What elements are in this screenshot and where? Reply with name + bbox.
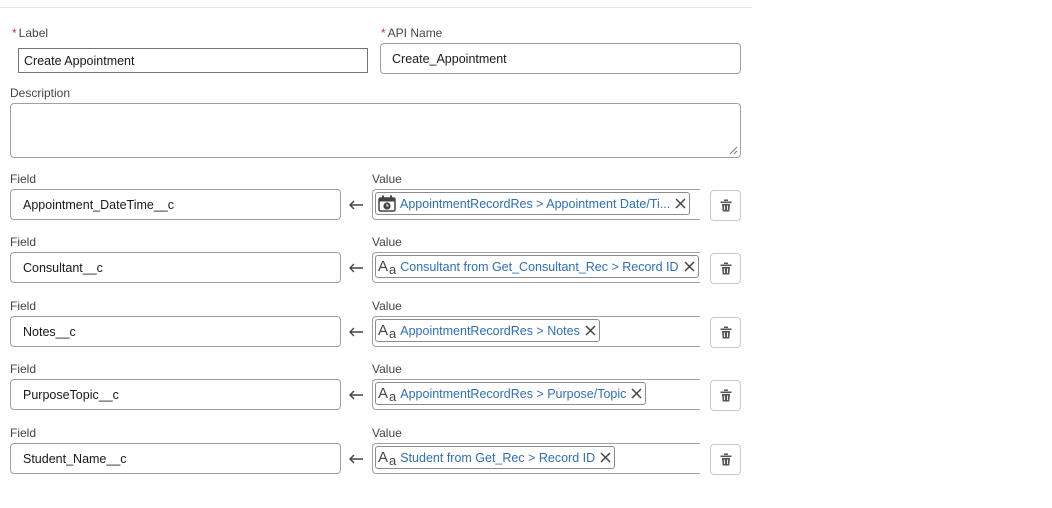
description-label: Description xyxy=(10,86,71,100)
value-input[interactable]: Aa AppointmentRecordRes > Notes xyxy=(372,316,700,347)
value-pill[interactable]: Aa AppointmentRecordRes > Notes xyxy=(375,319,600,342)
value-pill-text: AppointmentRecordRes > Appointment Date/… xyxy=(400,196,671,211)
trash-icon xyxy=(720,199,731,212)
close-icon[interactable] xyxy=(585,325,596,336)
close-icon[interactable] xyxy=(600,452,611,463)
close-icon[interactable] xyxy=(631,388,642,399)
arrow-left-icon xyxy=(349,200,363,210)
api-name-field-label: * API Name xyxy=(381,26,443,40)
value-input[interactable]: Aa AppointmentRecordRes > Purpose/Topic xyxy=(372,379,700,410)
delete-row-button[interactable] xyxy=(710,253,741,284)
field-input[interactable]: Notes__c xyxy=(10,316,341,347)
field-label: Field xyxy=(10,172,37,186)
trash-icon xyxy=(720,453,731,466)
value-input[interactable]: AppointmentRecordRes > Appointment Date/… xyxy=(372,189,700,220)
value-pill[interactable]: AppointmentRecordRes > Appointment Date/… xyxy=(375,192,691,215)
value-label: Value xyxy=(372,362,402,376)
delete-row-button[interactable] xyxy=(710,380,741,411)
field-input[interactable]: Student_Name__c xyxy=(10,443,341,474)
label-input[interactable]: Create Appointment xyxy=(18,48,368,73)
value-input[interactable]: Aa Consultant from Get_Consultant_Rec > … xyxy=(372,252,700,283)
value-label: Value xyxy=(372,172,402,186)
field-label: Field xyxy=(10,235,37,249)
value-pill-text: AppointmentRecordRes > Notes xyxy=(400,323,580,338)
value-label: Value xyxy=(372,299,402,313)
value-pill[interactable]: Aa Student from Get_Rec > Record ID xyxy=(375,446,616,469)
value-pill[interactable]: Aa Consultant from Get_Consultant_Rec > … xyxy=(375,255,699,278)
description-textarea[interactable] xyxy=(10,103,741,158)
value-pill[interactable]: Aa AppointmentRecordRes > Purpose/Topic xyxy=(375,382,647,405)
label-field-label: * Label xyxy=(12,26,49,40)
calendar-time-icon xyxy=(378,195,396,212)
close-icon[interactable] xyxy=(675,198,686,209)
top-divider xyxy=(0,7,752,8)
close-icon[interactable] xyxy=(683,261,695,272)
value-pill-text: AppointmentRecordRes > Purpose/Topic xyxy=(400,386,627,401)
field-label: Field xyxy=(10,426,37,440)
delete-row-button[interactable] xyxy=(710,190,741,221)
text-type-icon: Aa xyxy=(378,258,397,277)
trash-icon xyxy=(720,262,731,275)
trash-icon xyxy=(720,326,731,339)
field-input[interactable]: Consultant__c xyxy=(10,252,341,283)
resize-handle-icon[interactable] xyxy=(729,146,738,155)
delete-row-button[interactable] xyxy=(710,444,741,475)
text-type-icon: Aa xyxy=(378,322,397,341)
text-type-icon: Aa xyxy=(378,385,397,404)
delete-row-button[interactable] xyxy=(710,317,741,348)
value-pill-text: Consultant from Get_Consultant_Rec > Rec… xyxy=(400,259,679,274)
arrow-left-icon xyxy=(349,327,363,337)
trash-icon xyxy=(720,389,731,402)
arrow-left-icon xyxy=(349,454,363,464)
text-type-icon: Aa xyxy=(378,449,397,468)
field-label: Field xyxy=(10,362,37,376)
value-pill-text: Student from Get_Rec > Record ID xyxy=(400,450,596,465)
arrow-left-icon xyxy=(349,263,363,273)
value-input[interactable]: Aa Student from Get_Rec > Record ID xyxy=(372,443,700,474)
field-input[interactable]: PurposeTopic__c xyxy=(10,379,341,410)
arrow-left-icon xyxy=(349,390,363,400)
value-label: Value xyxy=(372,426,402,440)
field-label: Field xyxy=(10,299,37,313)
api-name-input[interactable]: Create_Appointment xyxy=(380,43,741,74)
value-label: Value xyxy=(372,235,402,249)
field-input[interactable]: Appointment_DateTime__c xyxy=(10,189,341,220)
